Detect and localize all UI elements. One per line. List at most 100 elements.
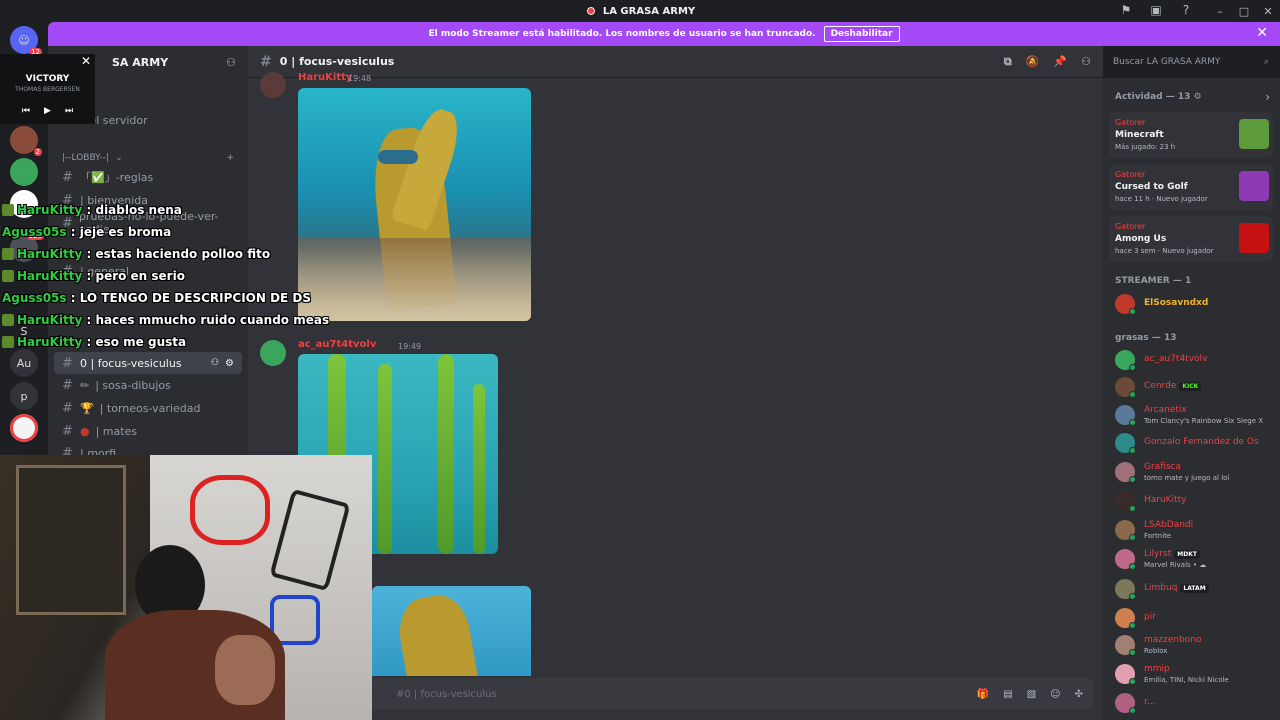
member-name: Limbuq [1144,583,1178,593]
activity-header[interactable]: Actividad — 13 ⚙ [1115,92,1202,102]
member-item[interactable]: pir [1115,606,1275,632]
mate-icon: ● [80,424,90,438]
apps-icon[interactable]: ✣ [1075,689,1083,700]
member-item[interactable]: Cenrde KICK [1115,375,1275,401]
home-discord-icon[interactable]: ☺ 12 [10,26,42,56]
channel-sosa-dibujos[interactable]: # ✏ | sosa-dibujos [54,374,242,396]
search-icon: ⌕ [1263,57,1269,67]
message-author[interactable]: HaruKitty [298,72,352,83]
server-name: SA ARMY [112,55,169,69]
chat-user: Aguss05s [2,291,67,305]
composer-placeholder: #0 | focus-vesiculus [396,688,497,700]
kelp-shape [438,354,454,554]
invite-icon[interactable]: ⚇ [211,358,219,368]
member-item[interactable]: ac_au7t4tvolv [1115,348,1275,374]
close-player-icon[interactable]: ✕ [81,54,91,68]
streamer-header: STREAMER — 1 [1115,276,1192,286]
member-name: ac_au7t4tvolv [1144,354,1208,364]
member-item[interactable]: mazzenbono Roblox [1115,633,1275,659]
next-track-icon[interactable]: ⏭ [65,106,73,116]
screen-share-icon[interactable]: ▣ [1148,2,1164,18]
channel-title: 0 | focus-vesiculus [279,55,395,68]
member-item[interactable]: Grafisca tomo mate y juego al lol [1115,460,1275,486]
member-streamer[interactable]: ElSosavndxd [1115,292,1275,318]
pin-icon[interactable]: 📌 [1053,55,1067,69]
grasas-header: grasas — 13 [1115,333,1177,343]
sub-badge-icon [2,248,14,260]
member-item[interactable]: HaruKitty [1115,489,1275,515]
member-item[interactable]: LSAbDandi Fortnite [1115,518,1275,544]
add-channel-icon[interactable]: + [226,153,234,163]
maximize-button[interactable]: □ [1232,5,1256,18]
chat-text: : eso me gusta [86,335,187,349]
member-item[interactable]: Gonzalo Fernandez de Os [1115,431,1275,457]
emoji-icon[interactable]: ☺ [1050,689,1060,700]
server-icon-1[interactable]: 2 [10,126,42,156]
kelp-shape [393,590,481,676]
activity-user: Gatorer [1115,222,1146,231]
play-icon[interactable]: ▶ [44,106,51,116]
mute-bell-icon[interactable]: 🔕 [1026,55,1040,69]
online-dot [1129,447,1136,454]
channel-focus-vesiculus[interactable]: # 0 | focus-vesiculus ⚇ ⚙ [54,352,242,374]
gear-icon[interactable]: ⚙ [225,358,234,369]
gift-icon[interactable]: 🎁 [977,689,989,700]
member-item[interactable]: mmip Emilia, TINI, Nicki Nicole [1115,662,1275,688]
sticker-icon[interactable]: ▧ [1027,689,1036,700]
server-icon-au[interactable]: Au [10,349,38,377]
members-icon[interactable]: ⚇ [1081,55,1091,69]
activity-card[interactable]: Gatorer Among Us hace 3 sem · Nuevo juga… [1109,216,1273,262]
chat-line: HaruKitty : haces mmucho ruido cuando me… [2,313,329,327]
message-image-kelp-fish-2[interactable] [372,586,531,676]
channel-header: # 0 | focus-vesiculus ⧉ 🔕 📌 ⚇ [248,46,1103,78]
chat-text: : pero en serio [86,269,185,283]
threads-icon[interactable]: ⧉ [1004,55,1012,69]
channel-mates[interactable]: # ● | mates [54,420,242,442]
streamer-person [95,525,295,720]
online-dot [1129,534,1136,541]
chat-text: : estas haciendo polloo fito [86,247,271,261]
inbox-flag-icon[interactable]: ⚑ [1118,2,1134,18]
member-name: LSAbDandi [1144,520,1194,530]
avatar-discord[interactable] [260,340,286,366]
header-icons: ⧉ 🔕 📌 ⚇ [1004,55,1091,69]
member-item[interactable]: Limbuq LATAM [1115,577,1275,603]
chat-line: Aguss05s : LO TENGO DE DESCRIPCION DE DS [2,291,311,305]
chat-user: HaruKitty [17,269,83,283]
avatar[interactable] [260,72,286,98]
member-item[interactable]: Arcanetix Tom Clancy's Rainbow Six Siege … [1115,403,1275,429]
previous-track-icon[interactable]: ⏮ [22,106,30,116]
hash-icon: # [260,53,272,70]
track-title: VICTORY [25,74,70,84]
message-input[interactable]: #0 | focus-vesiculus 🎁 ▤ ▧ ☺ ✣ [258,678,1093,710]
server-icon-grasa[interactable] [10,414,38,442]
add-member-icon[interactable]: ⚇ [226,56,236,69]
activity-card[interactable]: Gatorer Cursed to Golf hace 11 h · Nuevo… [1109,164,1273,210]
close-window-button[interactable]: ✕ [1256,5,1280,18]
minimize-button[interactable]: – [1208,5,1232,18]
sub-badge-icon [2,314,14,326]
member-name: r... [1144,697,1156,707]
player-controls: ⏮ ▶ ⏭ [0,106,95,116]
banner-close-icon[interactable]: ✕ [1256,25,1268,41]
disable-streamer-button[interactable]: Deshabilitar [823,26,900,42]
server-icon-2[interactable] [10,158,38,186]
chevron-right-icon[interactable]: › [1265,90,1270,104]
member-item[interactable]: r... [1115,691,1275,717]
message-image-kelp-fish[interactable] [298,88,531,321]
member-item[interactable]: Lilyrst MDKT Marvel Rivals • ☁ [1115,547,1275,573]
gif-icon[interactable]: ▤ [1003,689,1012,700]
channel-label: 0 | focus-vesiculus [80,356,182,370]
online-dot [1129,649,1136,656]
channel-torneos-variedad[interactable]: # 🏆 | torneos-variedad [54,397,242,419]
server-icon-p[interactable]: p [10,382,38,410]
member-tag: KICK [1179,382,1202,391]
channel-reglas[interactable]: # 「✅」-reglas [54,166,242,188]
activity-card[interactable]: Gatorer Minecraft Más jugado: 23 h [1109,112,1273,158]
help-icon[interactable]: ? [1178,2,1194,18]
message-author[interactable]: ac_au7t4tvolv [298,339,376,350]
streamer-mode-banner: El modo Streamer está habilitado. Los no… [48,22,1280,46]
online-dot [1129,678,1136,685]
search-input[interactable]: Buscar LA GRASA ARMY ⌕ [1107,52,1275,72]
online-dot [1129,593,1136,600]
